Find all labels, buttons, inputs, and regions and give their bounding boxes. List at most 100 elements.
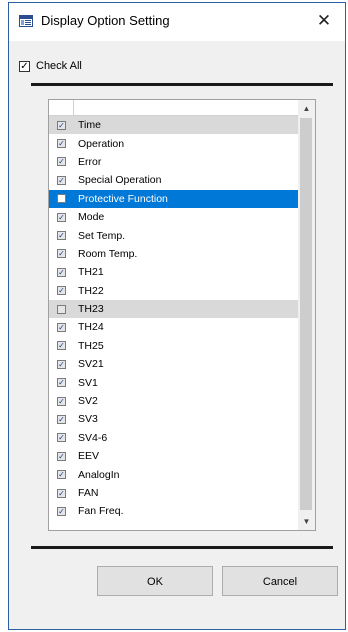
checkbox-cell: ✓ <box>49 286 74 296</box>
item-label: Mode <box>78 211 105 224</box>
checkbox-cell: ✓ <box>49 139 74 149</box>
list-item[interactable]: ✓ TH24 <box>49 318 315 336</box>
list-item[interactable]: ✓ TH25 <box>49 337 315 355</box>
item-checkbox[interactable]: ✓ <box>57 322 66 332</box>
checkbox-cell: ✓ <box>49 231 74 241</box>
list-item[interactable]: ✓ SV4-6 <box>49 429 315 447</box>
list-rows: ✓ Time ✓ Operation ✓ Error ✓ Special Operation P… <box>49 116 315 521</box>
check-all-label: Check All <box>36 60 82 72</box>
list-item[interactable]: ✓ SV1 <box>49 373 315 391</box>
item-label: Special Operation <box>78 174 162 187</box>
cancel-button[interactable]: Cancel <box>222 566 338 596</box>
item-checkbox[interactable]: ✓ <box>57 249 66 259</box>
separator-bottom <box>31 546 333 549</box>
checkbox-cell: ✓ <box>49 378 74 388</box>
item-checkbox[interactable]: ✓ <box>57 359 66 369</box>
item-label: Fan Freq. <box>78 505 124 518</box>
checkbox-cell: ✓ <box>49 267 74 277</box>
checkbox-cell: ✓ <box>49 120 74 130</box>
checkbox-cell: ✓ <box>49 396 74 406</box>
list-item[interactable]: ✓ Room Temp. <box>49 245 315 263</box>
checkbox-cell: ✓ <box>49 249 74 259</box>
item-checkbox[interactable] <box>57 304 66 314</box>
list-item[interactable]: ✓ Fan Freq. <box>49 502 315 520</box>
list-item[interactable]: ✓ Set Temp. <box>49 226 315 244</box>
item-checkbox[interactable]: ✓ <box>57 451 66 461</box>
item-label: SV21 <box>78 358 104 371</box>
item-checkbox[interactable]: ✓ <box>57 120 66 130</box>
checkbox-cell <box>49 194 74 204</box>
item-checkbox[interactable]: ✓ <box>57 231 66 241</box>
checkbox-cell: ✓ <box>49 212 74 222</box>
item-label: TH23 <box>78 303 104 316</box>
list-item[interactable]: ✓ SV2 <box>49 392 315 410</box>
item-checkbox[interactable]: ✓ <box>57 414 66 424</box>
checkbox-cell: ✓ <box>49 488 74 498</box>
list-item[interactable]: ✓ SV21 <box>49 355 315 373</box>
list-item[interactable]: ✓ SV3 <box>49 410 315 428</box>
list-header <box>49 100 315 116</box>
item-checkbox[interactable] <box>57 194 66 204</box>
list-item[interactable]: ✓ FAN <box>49 484 315 502</box>
item-checkbox[interactable]: ✓ <box>57 433 66 443</box>
vertical-scrollbar[interactable]: ▲ ▼ <box>298 100 315 530</box>
item-label: Protective Function <box>78 192 168 205</box>
item-label: AnalogIn <box>78 468 120 481</box>
checkbox-cell: ✓ <box>49 175 74 185</box>
list-item[interactable]: TH23 <box>49 299 315 319</box>
list-item[interactable]: ✓ EEV <box>49 447 315 465</box>
item-checkbox[interactable]: ✓ <box>57 506 66 516</box>
item-label: SV2 <box>78 395 98 408</box>
item-label: EEV <box>78 450 100 463</box>
item-checkbox[interactable]: ✓ <box>57 157 66 167</box>
item-label: TH22 <box>78 284 104 297</box>
list-item[interactable]: ✓ AnalogIn <box>49 465 315 483</box>
item-label: Error <box>78 155 102 168</box>
item-checkbox[interactable]: ✓ <box>57 139 66 149</box>
item-checkbox[interactable]: ✓ <box>57 267 66 277</box>
scroll-thumb[interactable] <box>300 118 312 510</box>
checkbox-cell: ✓ <box>49 341 74 351</box>
checkbox-cell: ✓ <box>49 414 74 424</box>
checkbox-cell: ✓ <box>49 433 74 443</box>
item-label: SV1 <box>78 376 98 389</box>
list-item[interactable]: ✓ Mode <box>49 208 315 226</box>
ok-button[interactable]: OK <box>97 566 213 596</box>
item-label: TH21 <box>78 266 104 279</box>
checkbox-cell: ✓ <box>49 451 74 461</box>
item-checkbox[interactable]: ✓ <box>57 286 66 296</box>
separator-top <box>31 83 333 86</box>
close-icon[interactable]: ✕ <box>311 9 337 33</box>
item-label: SV4-6 <box>78 431 108 444</box>
item-label: TH24 <box>78 321 104 334</box>
list-item[interactable]: Protective Function <box>49 189 315 208</box>
check-all-box[interactable]: ✓ <box>19 60 30 72</box>
scroll-down-icon[interactable]: ▼ <box>298 513 315 530</box>
checkbox-cell: ✓ <box>49 359 74 369</box>
list-item[interactable]: ✓ Operation <box>49 134 315 152</box>
item-label: Time <box>78 119 101 132</box>
item-checkbox[interactable]: ✓ <box>57 341 66 351</box>
check-all-checkbox[interactable]: ✓ Check All <box>19 58 82 74</box>
item-label: SV3 <box>78 413 98 426</box>
scroll-up-icon[interactable]: ▲ <box>298 100 315 117</box>
item-label: Operation <box>78 137 125 150</box>
list-item[interactable]: ✓ Time <box>49 116 315 135</box>
item-checkbox[interactable]: ✓ <box>57 396 66 406</box>
checkbox-cell: ✓ <box>49 506 74 516</box>
list-item[interactable]: ✓ Special Operation <box>49 171 315 189</box>
item-checkbox[interactable]: ✓ <box>57 470 66 480</box>
list-item[interactable]: ✓ Error <box>49 153 315 171</box>
list-item[interactable]: ✓ TH21 <box>49 263 315 281</box>
option-list[interactable]: ✓ Time ✓ Operation ✓ Error ✓ Special Operation P… <box>48 99 316 531</box>
item-checkbox[interactable]: ✓ <box>57 175 66 185</box>
item-checkbox[interactable]: ✓ <box>57 378 66 388</box>
item-label: TH25 <box>78 339 104 352</box>
item-checkbox[interactable]: ✓ <box>57 488 66 498</box>
window-app-icon <box>19 15 33 27</box>
window-title: Display Option Setting <box>41 13 170 28</box>
item-checkbox[interactable]: ✓ <box>57 212 66 222</box>
header-divider <box>73 100 74 115</box>
list-item[interactable]: ✓ TH22 <box>49 282 315 300</box>
checkbox-cell: ✓ <box>49 322 74 332</box>
